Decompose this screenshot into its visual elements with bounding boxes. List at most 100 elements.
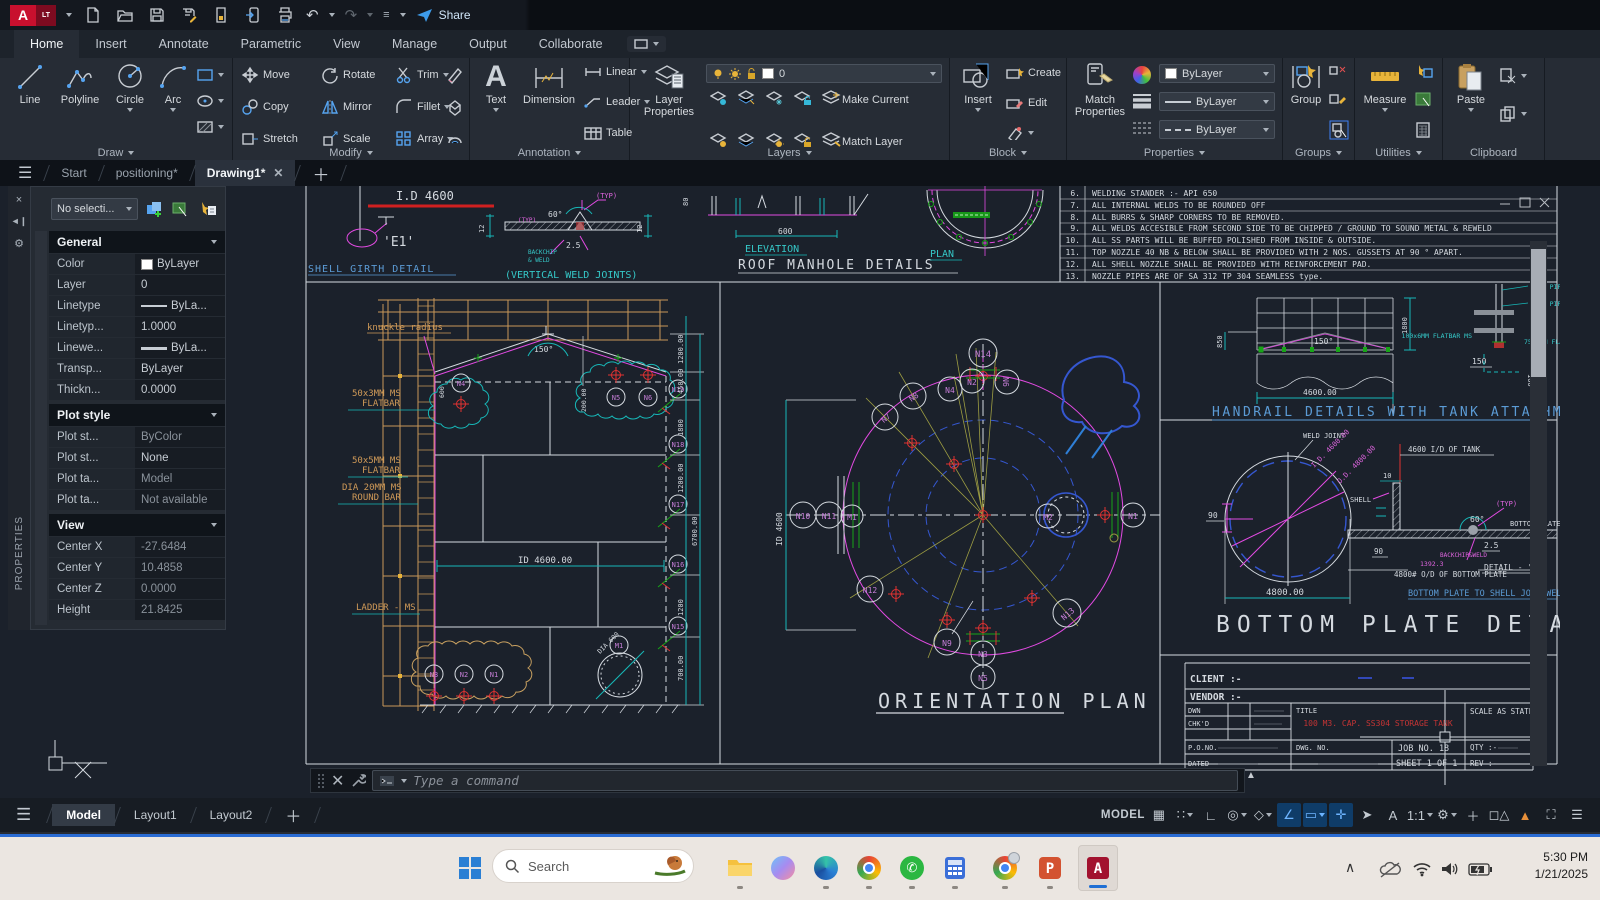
arc-button[interactable]: Arc	[154, 62, 192, 112]
layer-off-icon[interactable]	[710, 90, 728, 106]
section-general[interactable]: General	[49, 231, 225, 253]
insert-button[interactable]: Insert	[956, 62, 1000, 112]
rotate-button[interactable]: Rotate	[321, 66, 375, 84]
panel-properties-label[interactable]: Properties	[1067, 147, 1282, 159]
chrome-profile2-icon[interactable]	[985, 845, 1025, 891]
layer-properties-button[interactable]: Layer Properties	[638, 62, 700, 118]
color-wheel-icon[interactable]	[1133, 66, 1151, 84]
object-color-select[interactable]: ByLayer	[1159, 64, 1275, 83]
panel-draw-label[interactable]: Draw	[0, 147, 232, 159]
command-grip-icon[interactable]	[317, 773, 325, 789]
command-wrench-icon[interactable]	[350, 773, 366, 789]
prop-plotstyle-table-value[interactable]: None	[135, 448, 225, 468]
layer-thaw-icon[interactable]	[766, 132, 784, 148]
tab-home[interactable]: Home	[14, 30, 79, 58]
polyline-button[interactable]: Polyline	[54, 62, 106, 106]
rectangle-button[interactable]	[196, 68, 224, 82]
battery-icon[interactable]	[1468, 863, 1492, 876]
search-highlight-image[interactable]	[653, 853, 687, 879]
group-selectable-icon[interactable]	[1329, 120, 1349, 140]
canvas-scrollbar-thumb[interactable]	[1531, 249, 1546, 377]
hatch-button[interactable]	[196, 120, 224, 134]
prop-linetype-scale-value[interactable]: 1.0000	[135, 317, 225, 337]
layer-isolate-icon[interactable]	[738, 90, 756, 106]
quick-calc-select-icon[interactable]	[1415, 92, 1433, 108]
tab-drawing1[interactable]: Drawing1*✕	[195, 160, 296, 186]
layer-unisolate-icon[interactable]	[738, 132, 756, 148]
trim-button[interactable]: Trim	[395, 66, 449, 84]
ellipse-button[interactable]	[196, 94, 224, 108]
measure-button[interactable]: Measure	[1359, 62, 1411, 112]
graphics-performance-icon[interactable]: ▲	[1513, 803, 1537, 827]
calculator-icon[interactable]	[935, 845, 975, 891]
save-as-icon[interactable]	[178, 4, 200, 26]
paste-button[interactable]: Paste	[1449, 62, 1493, 112]
autocad-logo[interactable]: A LT	[10, 5, 56, 26]
stretch-button[interactable]: Stretch	[241, 130, 298, 148]
clean-screen-icon[interactable]: ⛶	[1539, 803, 1563, 827]
copy-clip-icon[interactable]	[1499, 106, 1527, 122]
prop-layer-value[interactable]: 0	[135, 275, 225, 295]
move-button[interactable]: Move	[241, 66, 290, 84]
tab-output[interactable]: Output	[453, 30, 523, 58]
tab-manage[interactable]: Manage	[376, 30, 453, 58]
layer-on-icon[interactable]	[710, 132, 728, 148]
fillet-button[interactable]: Fillet	[395, 98, 450, 116]
table-button[interactable]: Table	[584, 126, 632, 140]
quick-select-icon[interactable]	[1415, 64, 1433, 78]
panel-utilities-label[interactable]: Utilities	[1355, 147, 1442, 159]
group-edit-icon[interactable]	[1329, 92, 1347, 106]
tab-collaborate[interactable]: Collaborate	[523, 30, 619, 58]
tab-annotate[interactable]: Annotate	[143, 30, 225, 58]
match-layer-icon[interactable]	[822, 132, 842, 148]
dimension-button[interactable]: Dimension	[518, 62, 580, 106]
prop-linetype-value[interactable]: ByLa...	[135, 296, 225, 316]
workspace-settings-icon[interactable]: ⚙	[1435, 803, 1459, 827]
tab-view[interactable]: View	[317, 30, 376, 58]
tab-parametric[interactable]: Parametric	[225, 30, 317, 58]
batch-plot-icon[interactable]	[210, 4, 232, 26]
isolate-objects-icon[interactable]: ◻△	[1487, 803, 1511, 827]
whatsapp-icon[interactable]: ✆	[892, 845, 932, 891]
model-space-canvas[interactable]: 6.WELDING STANDER :- API 650 7.ALL INTER…	[0, 186, 1600, 798]
annotation-monitor-icon[interactable]: ＋	[1461, 803, 1485, 827]
create-block-button[interactable]: Create	[1006, 66, 1061, 80]
redo-icon[interactable]: ↷	[345, 6, 358, 24]
command-bar[interactable]: ✕	[310, 768, 1245, 793]
palette-settings-icon[interactable]: ⚙	[14, 237, 24, 250]
prop-thickness-value[interactable]: 0.0000	[135, 380, 225, 400]
open-from-mobile-icon[interactable]	[242, 4, 264, 26]
annotation-scale-button[interactable]: 1:1	[1407, 803, 1433, 827]
command-scroll-up-icon[interactable]: ▲	[1246, 770, 1256, 781]
panel-groups-label[interactable]: Groups	[1283, 147, 1354, 159]
drawing-sheet[interactable]: 6.WELDING STANDER :- API 650 7.ALL INTER…	[228, 186, 1560, 798]
panel-modify-label[interactable]: Modify	[233, 147, 469, 159]
block-attributes-icon[interactable]	[1006, 126, 1034, 140]
snap-mode-icon[interactable]: ∷	[1173, 803, 1197, 827]
text-button[interactable]: A Text	[476, 62, 516, 112]
save-icon[interactable]	[146, 4, 168, 26]
match-properties-button[interactable]: Match Properties	[1071, 62, 1129, 118]
layer-unlock-icon[interactable]	[794, 132, 812, 148]
autoscale-icon[interactable]: A	[1381, 803, 1405, 827]
linetype-select[interactable]: ByLayer	[1159, 120, 1275, 139]
section-plot-style[interactable]: Plot style	[49, 404, 225, 426]
tab-layout2[interactable]: Layout2	[196, 804, 267, 826]
prop-transparency-value[interactable]: ByLayer	[135, 359, 225, 379]
ribbon-options-button[interactable]	[627, 36, 666, 52]
mirror-button[interactable]: Mirror	[321, 98, 372, 116]
file-menu-icon[interactable]: ☰	[0, 160, 44, 186]
object-snap-icon[interactable]: ∠	[1277, 803, 1301, 827]
layer-lock-icon[interactable]	[794, 90, 812, 106]
tab-positioning[interactable]: positioning*	[104, 160, 190, 186]
new-layout-button[interactable]: ＋	[271, 799, 315, 831]
tab-model[interactable]: Model	[52, 804, 115, 826]
command-input[interactable]	[413, 773, 1231, 788]
copy-button[interactable]: Copy	[241, 98, 289, 116]
customize-qat-caret-icon[interactable]	[400, 13, 406, 17]
taskbar-clock[interactable]: 5:30 PM 1/21/2025	[1535, 849, 1588, 883]
dynamic-input-icon[interactable]: ✛	[1329, 803, 1353, 827]
explode-icon[interactable]	[446, 98, 464, 116]
layer-freeze-icon[interactable]	[766, 90, 784, 106]
scale-button[interactable]: Scale	[321, 130, 371, 148]
